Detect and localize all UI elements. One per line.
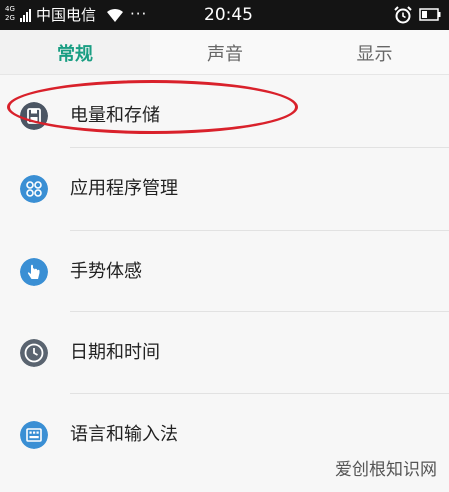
settings-item-label: 日期和时间 [70,342,160,363]
status-bar: 4G 2G 中国电信 ··· 20:45 [0,0,449,30]
network-type-bottom: 2G [5,14,15,22]
carrier-name: 中国电信 [36,6,97,24]
settings-item-label: 语言和输入法 [70,424,178,445]
settings-item-label: 手势体感 [70,261,142,282]
wifi-icon [107,8,123,22]
more-notifications-icon: ··· [130,5,148,23]
clock-icon [20,339,48,367]
settings-item-label: 电量和存储 [70,105,160,126]
language-icon [20,421,48,449]
tab-general[interactable]: 常规 [0,30,150,75]
network-type-top: 4G [5,5,15,13]
tab-display[interactable]: 显示 [300,30,449,75]
tab-sound[interactable]: 声音 [150,30,300,75]
watermark-text: 爱创根知识网 [335,460,437,480]
signal-icon: 4G 2G [5,4,33,24]
settings-item-app-management[interactable]: 应用程序管理 [0,148,449,230]
settings-item-gestures[interactable]: 手势体感 [0,231,449,313]
battery-icon [419,8,441,21]
clock-time: 20:45 [204,5,253,25]
storage-icon [20,102,48,130]
settings-item-power-storage[interactable]: 电量和存储 [0,75,449,157]
settings-item-label: 应用程序管理 [70,178,178,199]
gesture-icon [20,258,48,286]
settings-list: 电量和存储 应用程序管理 手势体感 日期和时间 语言和输入法 [0,75,449,492]
alarm-icon [394,6,412,24]
apps-icon [20,175,48,203]
settings-item-date-time[interactable]: 日期和时间 [0,312,449,394]
settings-tab-bar: 常规 声音 显示 [0,30,449,75]
